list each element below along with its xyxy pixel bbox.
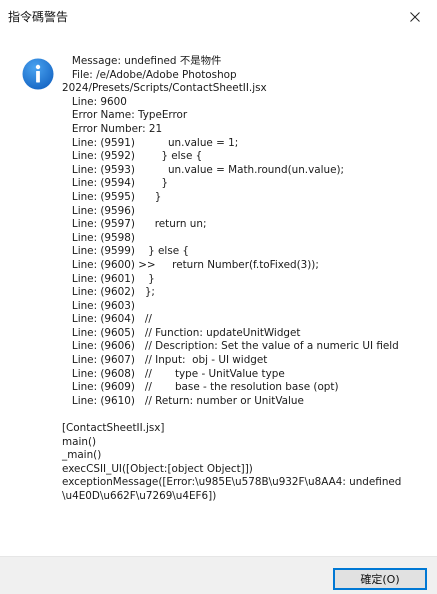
message-line: exceptionMessage([Error:\u985E\u578B\u93…	[62, 476, 402, 489]
message-line: 2024/Presets/Scripts/ContactSheetII.jsx	[62, 82, 267, 95]
message-line: Line: (9598)	[62, 231, 135, 244]
close-icon	[410, 11, 420, 22]
message-line: Line: (9592) } else {	[62, 150, 203, 163]
message-line: File: /e/Adobe/Adobe Photoshop	[62, 68, 237, 81]
message-line: _main()	[62, 449, 102, 462]
message-line: Line: (9594) }	[62, 177, 168, 190]
message-line: Error Name: TypeError	[62, 109, 188, 122]
title-bar: 指令碼警告	[0, 0, 437, 33]
message-line: Line: (9602) };	[62, 286, 155, 299]
message-line: Line: (9610) // Return: number or UnitVa…	[62, 394, 304, 407]
info-icon	[22, 58, 54, 90]
message-line: main()	[62, 435, 97, 448]
ok-button[interactable]: 確定(O)	[333, 568, 427, 590]
message-line: Line: (9600) >> return Number(f.toFixed(…	[62, 258, 319, 271]
message-line: Line: (9606) // Description: Set the val…	[62, 340, 399, 353]
message-line: Line: (9591) un.value = 1;	[62, 136, 239, 149]
message-line: Line: (9605) // Function: updateUnitWidg…	[62, 326, 301, 339]
message-line: Message: undefined 不是物件	[62, 55, 222, 67]
message-line: [ContactSheetII.jsx]	[62, 422, 165, 435]
message-line: Line: (9603)	[62, 299, 135, 312]
message-line: Line: (9596)	[62, 204, 135, 217]
message-line: execCSII_UI([Object:[object Object]])	[62, 462, 253, 475]
message-body: Message: undefined 不是物件 File: /e/Adobe/A…	[62, 55, 432, 504]
close-button[interactable]	[393, 0, 437, 33]
message-line: Line: (9608) // type - UnitValue type	[62, 367, 285, 380]
message-line: Line: 9600	[62, 95, 127, 108]
message-line: Line: (9593) un.value = Math.round(un.va…	[62, 163, 345, 176]
message-line: Line: (9607) // Input: obj - UI widget	[62, 354, 268, 367]
message-line: Line: (9599) } else {	[62, 245, 190, 258]
error-details: Message: undefined 不是物件 File: /e/Adobe/A…	[62, 55, 432, 408]
message-line: Error Number: 21	[62, 122, 163, 135]
message-line: Line: (9609) // base - the resolution ba…	[62, 381, 339, 394]
dialog-footer: 確定(O)	[0, 556, 437, 594]
script-alert-dialog: 指令碼警告 Message: undefined 不是物件 File: /e/A…	[0, 0, 437, 594]
message-line: Line: (9597) return un;	[62, 218, 207, 231]
message-line: Line: (9604) //	[62, 313, 152, 326]
message-line: Line: (9601) }	[62, 272, 155, 285]
window-title: 指令碼警告	[8, 10, 69, 24]
message-line: \u4E0D\u662F\u7269\u4EF6])	[62, 490, 217, 502]
message-line: Line: (9595) }	[62, 190, 162, 203]
stack-trace: [ContactSheetII.jsx] main() _main() execCSI…	[62, 422, 432, 504]
